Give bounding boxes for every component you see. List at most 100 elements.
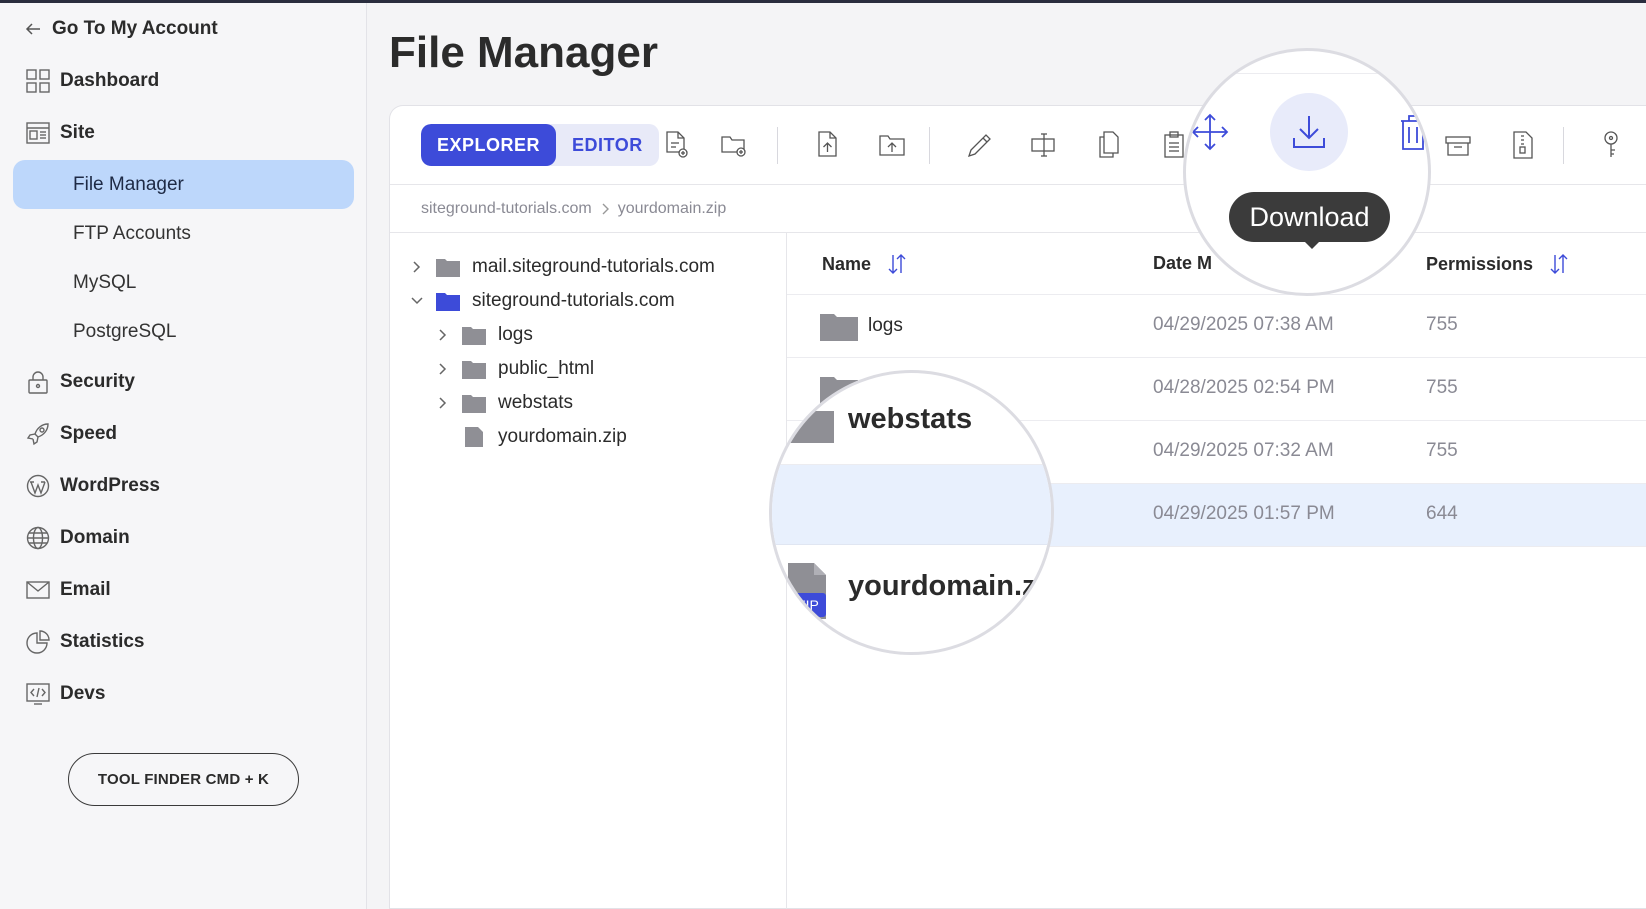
top-bar <box>0 0 1646 3</box>
tree-node[interactable]: logs <box>436 321 533 349</box>
sidebar-nav: Dashboard Site File Manager FTP Accounts… <box>0 55 367 720</box>
tree-node[interactable]: siteground-tutorials.com <box>410 287 675 315</box>
folder-icon <box>820 314 858 341</box>
sidebar-item-domain[interactable]: Domain <box>0 512 367 564</box>
folder-icon <box>462 395 486 413</box>
pencil-icon <box>967 134 991 158</box>
download-button[interactable] <box>1270 93 1348 171</box>
tree-label: public_html <box>498 358 595 379</box>
sidebar-subitem-ftp-accounts[interactable]: FTP Accounts <box>0 209 367 258</box>
table-row-selected[interactable]: .ZIP yourdomain.zip <box>772 465 1051 619</box>
move-icon[interactable] <box>1191 113 1229 151</box>
sidebar-item-statistics[interactable]: Statistics <box>0 616 367 668</box>
go-to-account-link[interactable]: Go To My Account <box>24 16 218 42</box>
lock-icon <box>28 371 48 394</box>
sidebar-label: Email <box>60 579 111 600</box>
tree-label: yourdomain.zip <box>498 426 627 447</box>
sidebar-label: Speed <box>60 423 118 444</box>
archive-icon <box>1445 136 1471 156</box>
breadcrumb-item[interactable]: yourdomain.zip <box>618 200 727 218</box>
folder-icon <box>790 407 834 443</box>
new-file-icon <box>666 131 688 158</box>
globe-icon <box>26 526 50 550</box>
go-to-account-label: Go To My Account <box>52 18 218 39</box>
table-row[interactable]: logs 04/29/2025 07:38 AM 755 <box>787 295 1646 358</box>
file-name-cell: logs <box>820 311 903 341</box>
upload-file-button[interactable] <box>814 130 842 160</box>
download-icon <box>1293 116 1325 148</box>
folder-icon <box>462 361 486 379</box>
rename-button[interactable] <box>1030 130 1058 160</box>
trash-icon[interactable] <box>1398 113 1428 151</box>
file-name: webstats <box>848 403 973 435</box>
copy-button[interactable] <box>1095 130 1123 160</box>
upload-file-icon <box>818 131 837 157</box>
sidebar-subitem-mysql[interactable]: MySQL <box>0 258 367 307</box>
date-modified: 04/29/2025 01:57 PM <box>1153 503 1335 524</box>
sidebar-item-speed[interactable]: Speed <box>0 408 367 460</box>
chevron-right-icon <box>413 261 421 273</box>
column-name[interactable]: Name <box>822 253 907 275</box>
copy-icon <box>1099 131 1119 158</box>
folder-icon <box>436 259 460 277</box>
breadcrumb-item[interactable]: siteground-tutorials.com <box>421 200 592 218</box>
edit-button[interactable] <box>965 130 993 160</box>
sidebar-label: Devs <box>60 683 106 704</box>
column-date[interactable]: Date M <box>1153 253 1212 274</box>
tab-editor[interactable]: EDITOR <box>556 124 659 166</box>
sidebar-item-wordpress[interactable]: WordPress <box>0 460 367 512</box>
tree-node[interactable]: webstats <box>436 389 573 417</box>
file-name: yourdomain.zip <box>848 570 1054 602</box>
file-icon <box>465 427 483 447</box>
extract-button[interactable] <box>1509 130 1537 160</box>
sidebar-label: Site <box>60 122 95 143</box>
permissions-value: 644 <box>1426 503 1458 524</box>
date-modified: 04/29/2025 07:38 AM <box>1153 314 1334 335</box>
new-file-button[interactable] <box>662 130 690 160</box>
permissions-value: 755 <box>1426 440 1458 461</box>
sidebar-item-dashboard[interactable]: Dashboard <box>0 55 367 107</box>
pie-chart-icon <box>26 630 50 654</box>
file-name: logs <box>868 315 903 336</box>
chevron-right-icon <box>439 397 447 409</box>
tree-node[interactable]: public_html <box>436 355 594 383</box>
sort-icon <box>1550 254 1568 274</box>
sidebar-subitem-file-manager[interactable]: File Manager <box>13 160 354 209</box>
permissions-value: 755 <box>1426 377 1458 398</box>
tree-label: siteground-tutorials.com <box>472 290 675 311</box>
sidebar-item-security[interactable]: Security <box>0 356 367 408</box>
permissions-button[interactable] <box>1597 130 1625 160</box>
sidebar-item-site[interactable]: Site <box>0 107 367 159</box>
sidebar-subitem-postgresql[interactable]: PostgreSQL <box>0 307 367 356</box>
sidebar-label: Security <box>60 371 135 392</box>
upload-folder-button[interactable] <box>878 130 906 160</box>
zip-file-icon <box>1513 131 1533 159</box>
divider <box>1186 73 1428 74</box>
toolbar-magnifier: Download <box>1183 48 1431 296</box>
view-switch: EXPLORER EDITOR <box>421 124 659 166</box>
toolbar-divider <box>1563 127 1564 164</box>
sidebar-item-devs[interactable]: Devs <box>0 668 367 720</box>
envelope-icon <box>26 581 50 599</box>
folder-icon <box>436 293 460 311</box>
rename-icon <box>1031 133 1055 157</box>
folder-tree: mail.siteground-tutorials.com siteground… <box>390 233 787 909</box>
archive-button[interactable] <box>1444 130 1472 160</box>
table-row[interactable]: webstats <box>772 373 1051 465</box>
column-permissions[interactable]: Permissions <box>1426 253 1569 275</box>
new-folder-icon <box>721 136 746 157</box>
sidebar-item-email[interactable]: Email <box>0 564 367 616</box>
chevron-right-icon <box>439 363 447 375</box>
tree-node[interactable]: mail.siteground-tutorials.com <box>410 253 715 281</box>
tab-explorer[interactable]: EXPLORER <box>421 124 557 166</box>
site-icon <box>26 122 50 144</box>
arrow-left-icon <box>25 23 40 35</box>
download-tooltip: Download <box>1229 192 1390 242</box>
toolbar-divider <box>777 127 778 164</box>
tool-finder-button[interactable]: TOOL FINDER CMD + K <box>68 753 299 806</box>
tree-node[interactable]: yourdomain.zip <box>462 423 627 451</box>
chevron-right-icon <box>439 329 447 341</box>
sidebar: Go To My Account Dashboard Site File Man… <box>0 0 367 909</box>
sidebar-label: Statistics <box>60 631 145 652</box>
new-folder-button[interactable] <box>720 130 748 160</box>
